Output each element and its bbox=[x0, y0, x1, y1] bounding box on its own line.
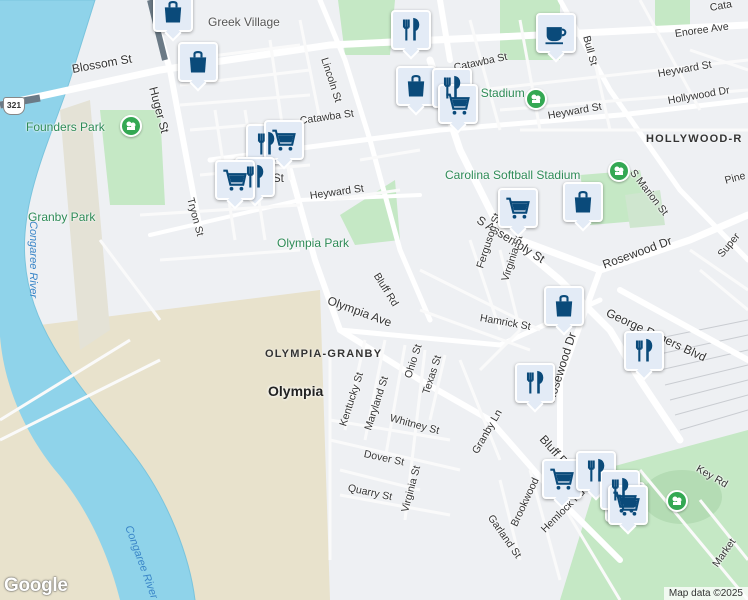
shopping-cart-icon bbox=[616, 494, 640, 516]
stadium-icon bbox=[525, 88, 547, 110]
coffee-icon bbox=[545, 27, 567, 45]
shopping-bag-icon bbox=[407, 75, 425, 97]
poi-marker-shopping-bag[interactable] bbox=[178, 42, 218, 82]
route-shield: 321 bbox=[3, 97, 25, 115]
shopping-bag-icon bbox=[574, 191, 592, 213]
shopping-cart-icon bbox=[223, 169, 247, 191]
neighborhood-olympia-granby: OLYMPIA-GRANBY bbox=[265, 348, 383, 360]
shopping-cart-icon bbox=[272, 129, 296, 151]
poi-marker-shopping-cart[interactable] bbox=[438, 84, 478, 124]
softball-stadium-icon bbox=[608, 160, 630, 182]
restaurant-icon bbox=[402, 17, 420, 41]
poi-marker-restaurant[interactable] bbox=[624, 331, 664, 371]
olympia-park-label[interactable]: Olympia Park bbox=[277, 236, 349, 250]
place-olympia[interactable]: Olympia bbox=[268, 383, 323, 399]
shopping-bag-icon bbox=[555, 295, 573, 317]
neighborhood-hollywood: HOLLYWOOD-R bbox=[646, 133, 743, 145]
google-logo[interactable]: Google bbox=[4, 575, 68, 597]
poi-marker-restaurant[interactable] bbox=[391, 10, 431, 50]
poi-marker-shopping-cart[interactable] bbox=[498, 188, 538, 228]
poi-marker-shopping-bag[interactable] bbox=[544, 286, 584, 326]
shopping-cart-icon bbox=[506, 197, 530, 219]
shopping-cart-icon bbox=[550, 468, 574, 490]
greek-village-label[interactable]: Greek Village bbox=[208, 15, 280, 29]
stadium-field-icon bbox=[666, 490, 688, 512]
poi-marker-restaurant[interactable] bbox=[515, 363, 555, 403]
river-label-north: Congaree River bbox=[27, 221, 39, 299]
shopping-bag-icon bbox=[164, 1, 182, 23]
park-icon bbox=[120, 115, 142, 137]
poi-marker-coffee[interactable] bbox=[536, 13, 576, 53]
poi-marker-shopping-bag[interactable] bbox=[153, 0, 193, 32]
poi-marker-shopping-bag[interactable] bbox=[396, 66, 436, 106]
restaurant-icon bbox=[635, 338, 653, 362]
softball-stadium-label[interactable]: Carolina Softball Stadium bbox=[445, 168, 580, 182]
poi-marker-shopping-bag[interactable] bbox=[563, 182, 603, 222]
restaurant-icon bbox=[526, 370, 544, 394]
shopping-cart-icon bbox=[446, 93, 470, 115]
shopping-bag-icon bbox=[189, 51, 207, 73]
poi-marker-shopping-cart[interactable] bbox=[608, 485, 648, 525]
map-canvas[interactable]: 321 Founders Park Granby Park Olympia Pa… bbox=[0, 0, 748, 600]
founders-park-label[interactable]: Founders Park bbox=[26, 120, 105, 134]
map-copyright[interactable]: Map data ©2025 bbox=[663, 587, 748, 600]
